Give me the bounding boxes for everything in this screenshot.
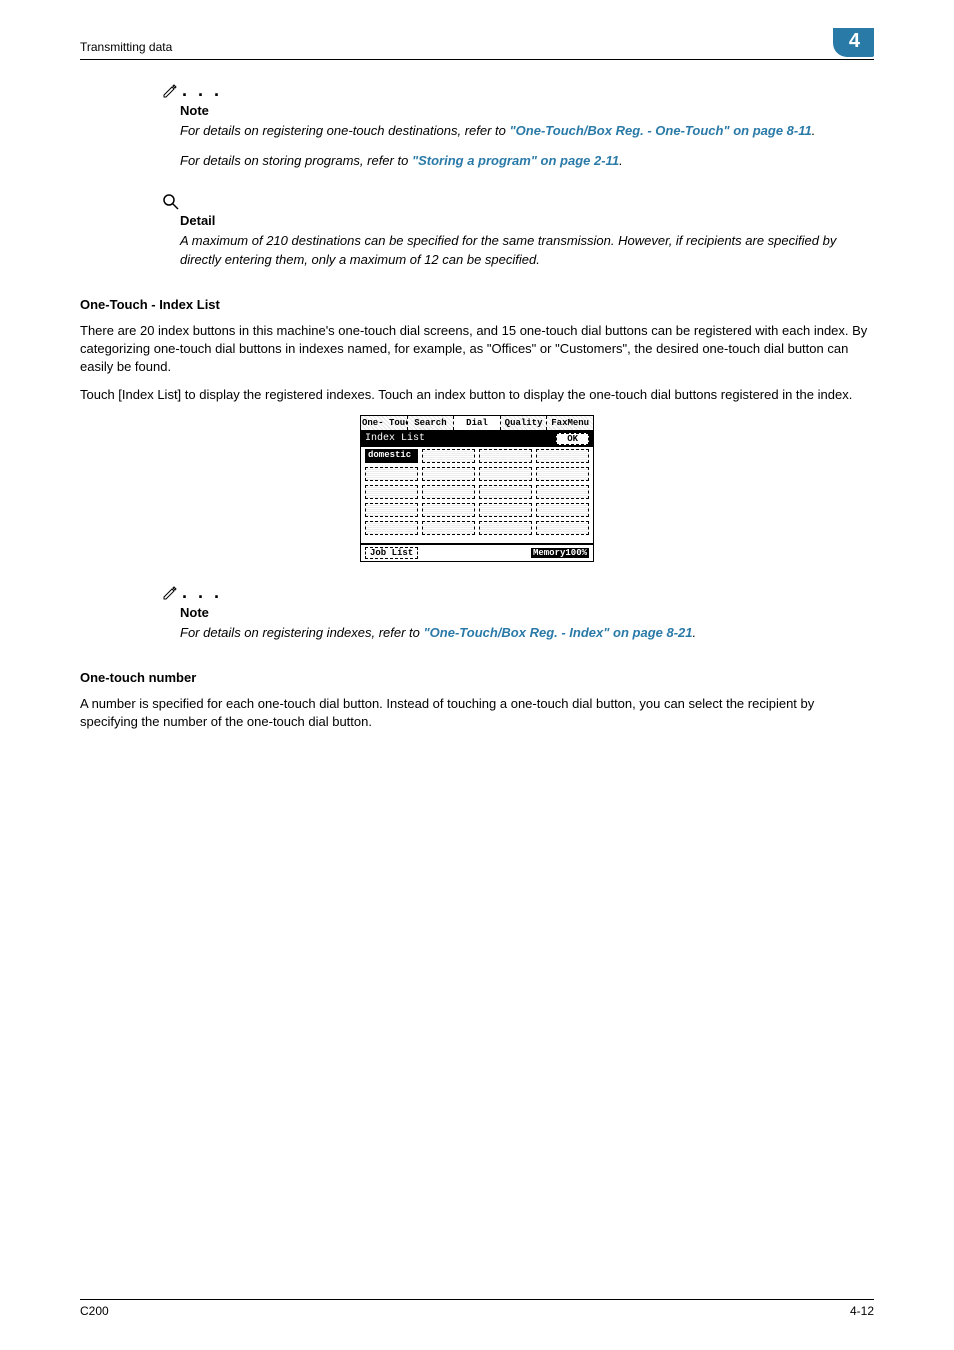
note-icon: . . . [162, 80, 844, 101]
footer-page-number: 4-12 [850, 1304, 874, 1318]
index-button-empty[interactable] [422, 503, 475, 517]
link-onetouch-box-reg[interactable]: "One-Touch/Box Reg. - One-Touch" on page… [510, 123, 812, 138]
para-onetouch-number: A number is specified for each one-touch… [80, 695, 874, 731]
note-body-1: For details on registering one-touch des… [180, 122, 844, 140]
note2-body: For details on registering indexes, refe… [180, 624, 844, 642]
note-title: Note [180, 103, 844, 118]
job-list-button[interactable]: Job List [365, 547, 418, 559]
chapter-number-tab: 4 [833, 28, 874, 57]
panel-index-grid: domestic [361, 447, 593, 543]
index-button-empty[interactable] [479, 467, 532, 481]
heading-onetouch-number: One-touch number [80, 670, 874, 685]
detail-body: A maximum of 210 destinations can be spe… [180, 232, 844, 268]
panel-title: Index List [365, 433, 425, 444]
note1-line2-post: . [619, 153, 623, 168]
note1-line2-pre: For details on storing programs, refer t… [180, 153, 412, 168]
index-button-empty[interactable] [422, 521, 475, 535]
index-button-empty[interactable] [365, 485, 418, 499]
link-storing-program[interactable]: "Storing a program" on page 2-11 [412, 153, 619, 168]
memory-indicator: Memory100% [531, 548, 589, 558]
index-button-empty[interactable] [536, 521, 589, 535]
index-button-empty[interactable] [365, 521, 418, 535]
note2-title: Note [180, 605, 844, 620]
note-icon: . . . [162, 582, 844, 603]
detail-title: Detail [180, 213, 844, 228]
header-section-title: Transmitting data [80, 40, 172, 54]
tab-search[interactable]: Search [408, 416, 455, 430]
panel-footer: Job List Memory100% [361, 543, 593, 561]
panel-ok-button[interactable]: OK [556, 433, 589, 445]
tab-one-touch[interactable]: One- Touch [361, 416, 408, 430]
tab-quality[interactable]: Quality [501, 416, 548, 430]
index-button-empty[interactable] [536, 503, 589, 517]
panel-title-row: Index List OK [361, 431, 593, 447]
index-button-empty[interactable] [479, 485, 532, 499]
magnifier-icon [162, 190, 844, 211]
note1-line1-post: . [812, 123, 816, 138]
note2-pre: For details on registering indexes, refe… [180, 625, 424, 640]
index-button-empty[interactable] [479, 503, 532, 517]
index-button-empty[interactable] [422, 449, 475, 463]
index-button-empty[interactable] [422, 485, 475, 499]
heading-index-list: One-Touch - Index List [80, 297, 874, 312]
para-index-1: There are 20 index buttons in this machi… [80, 322, 874, 377]
note-body-2: For details on storing programs, refer t… [180, 152, 844, 170]
footer-model: C200 [80, 1304, 109, 1318]
index-button-empty[interactable] [536, 485, 589, 499]
index-button-empty[interactable] [479, 521, 532, 535]
page-header: Transmitting data 4 [80, 40, 874, 60]
index-button-domestic[interactable]: domestic [365, 449, 418, 463]
para-index-2: Touch [Index List] to display the regist… [80, 386, 874, 404]
note-callout-1: . . . Note For details on registering on… [180, 80, 874, 170]
tab-dial[interactable]: Dial [454, 416, 501, 430]
index-button-empty[interactable] [365, 467, 418, 481]
note2-post: . [693, 625, 697, 640]
index-button-empty[interactable] [479, 449, 532, 463]
page-footer: C200 4-12 [80, 1299, 874, 1318]
tab-faxmenu[interactable]: FaxMenu [547, 416, 593, 430]
device-panel-indexlist: One- Touch Search Dial Quality FaxMenu I… [360, 415, 594, 562]
detail-callout: Detail A maximum of 210 destinations can… [180, 190, 874, 268]
panel-tabs: One- Touch Search Dial Quality FaxMenu [361, 416, 593, 431]
note1-line1-pre: For details on registering one-touch des… [180, 123, 510, 138]
note-callout-2: . . . Note For details on registering in… [180, 582, 874, 642]
index-button-empty[interactable] [422, 467, 475, 481]
link-onetouch-index[interactable]: "One-Touch/Box Reg. - Index" on page 8-2… [424, 625, 693, 640]
index-button-empty[interactable] [536, 467, 589, 481]
index-button-empty[interactable] [536, 449, 589, 463]
index-button-empty[interactable] [365, 503, 418, 517]
